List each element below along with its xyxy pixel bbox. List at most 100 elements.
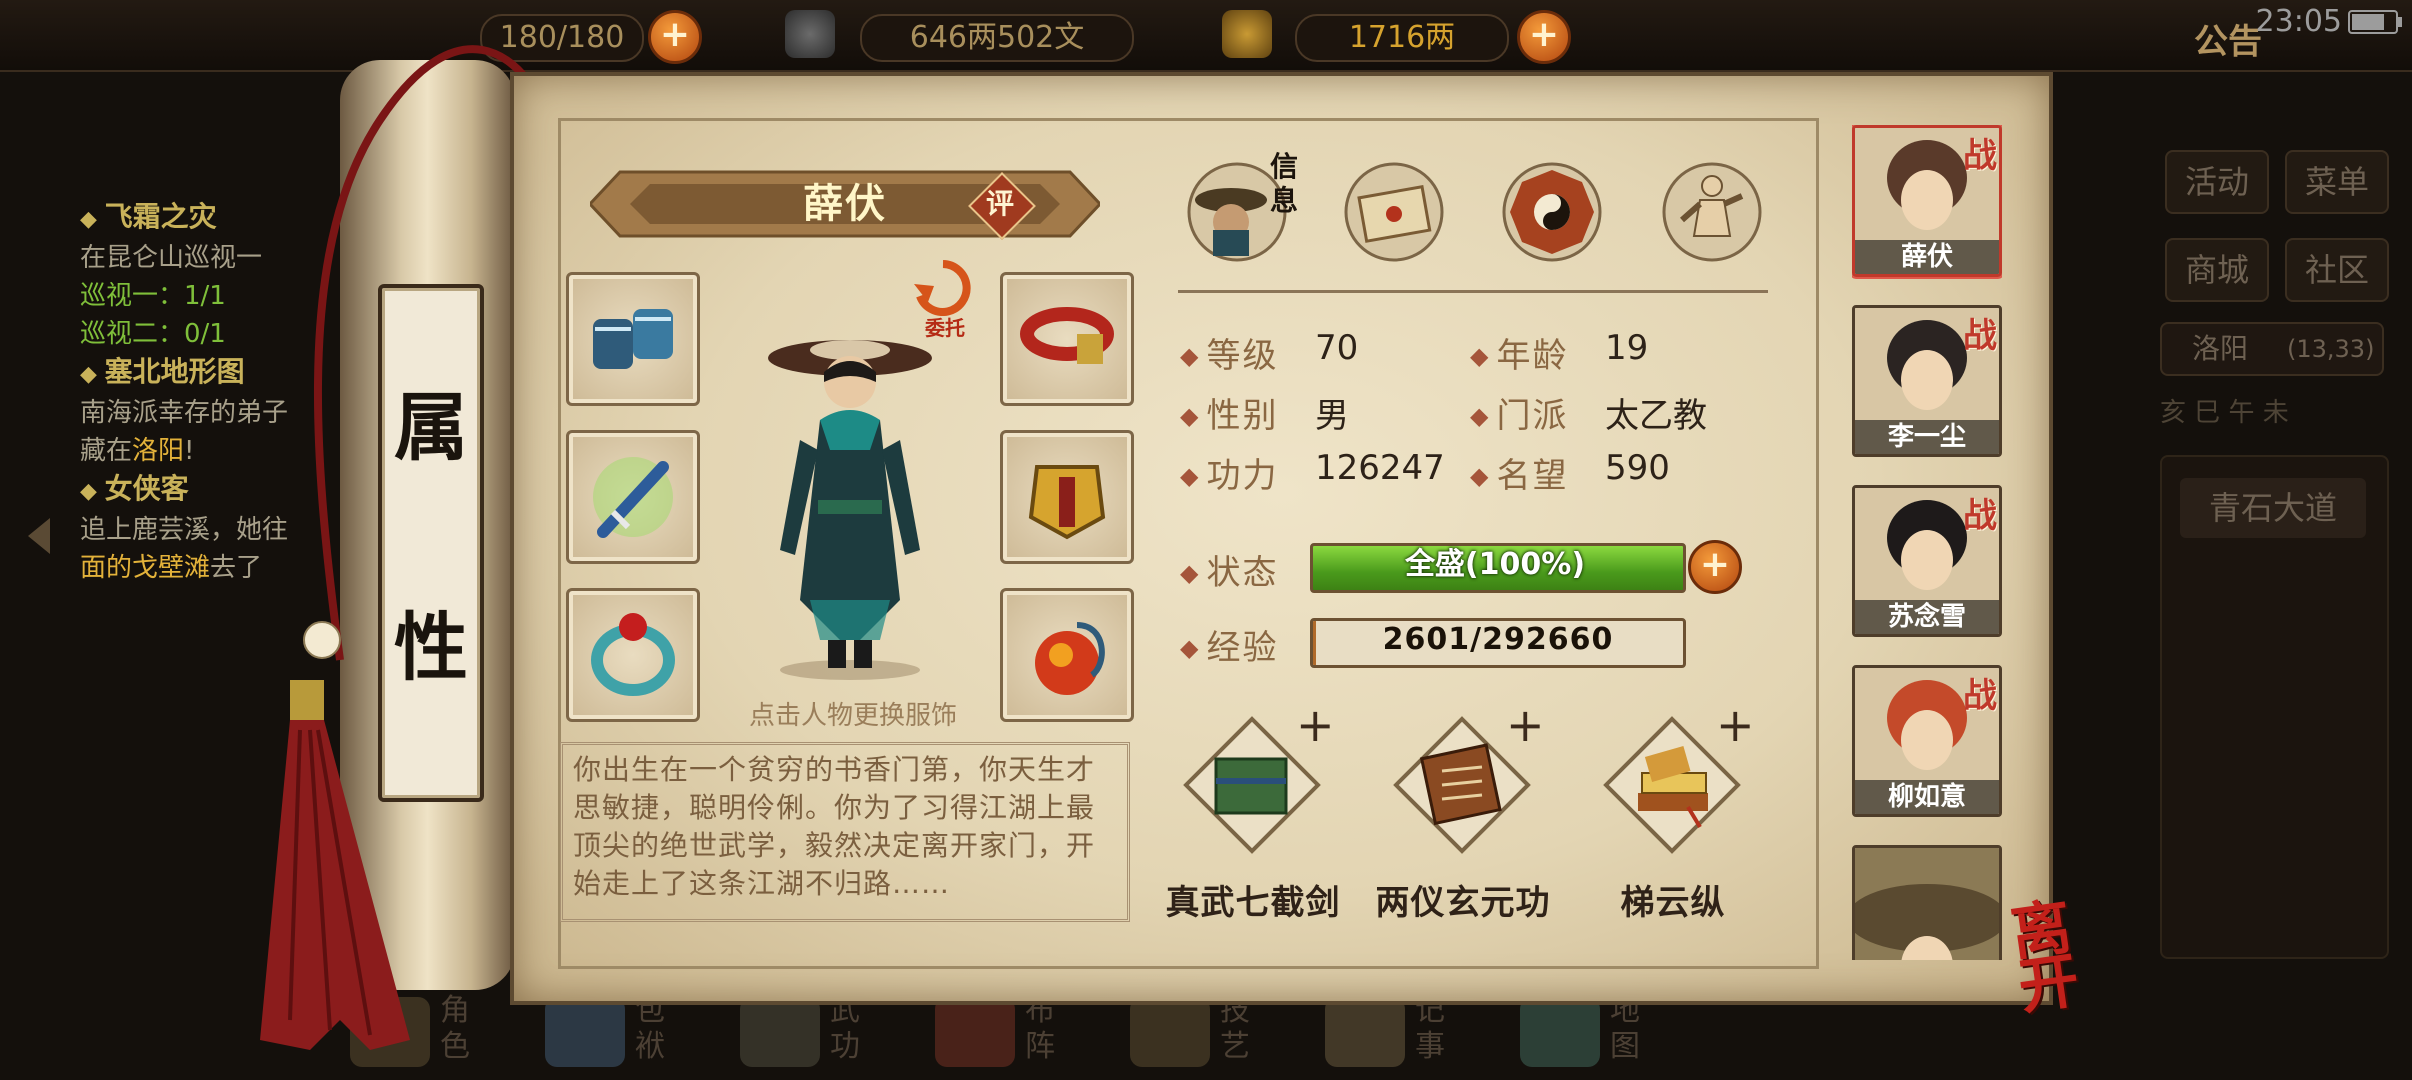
restore-status-button[interactable]: + — [1688, 540, 1742, 594]
review-label[interactable]: 评 — [978, 182, 1022, 226]
status-value: 全盛(100%) — [1404, 547, 1586, 582]
party-member-name: 薛伏 — [1855, 240, 1999, 274]
power-stat: ◆ 功力 126247 — [1180, 448, 1445, 496]
battle-badge: 战 — [1963, 676, 1997, 716]
quest-place: 面的戈壁滩 — [80, 553, 211, 583]
party-member-card[interactable]: 战苏念雪 — [1852, 485, 2002, 637]
weapon-slot[interactable] — [566, 430, 700, 564]
notice-button[interactable]: 公告 — [2194, 14, 2262, 63]
nav-icon — [935, 997, 1015, 1067]
armor-icon — [1028, 465, 1106, 540]
belt-slot[interactable] — [1000, 272, 1134, 406]
skill-plus-icon[interactable]: + — [1296, 702, 1335, 748]
shop-button[interactable]: 商城 — [2165, 238, 2269, 302]
gold-value: 1716两 — [1348, 20, 1456, 55]
stat-label: 性别 — [1206, 396, 1279, 436]
gold-ingot-icon — [1222, 10, 1272, 58]
power-value: 126247 — [1315, 448, 1445, 488]
nav-icon — [545, 997, 625, 1067]
map-location[interactable]: 洛阳 (13,33) — [2160, 322, 2384, 376]
scroll-map-tab-icon[interactable] — [1342, 160, 1446, 264]
party-member-card[interactable]: 战薛伏 — [1852, 125, 2002, 277]
quest-text: ! — [184, 436, 195, 466]
party-list: 战薛伏战李一尘战苏念雪战柳如意 — [1852, 125, 2002, 960]
clock: 23:05 — [2255, 4, 2342, 39]
nav-icon — [740, 997, 820, 1067]
gloves-icon — [593, 309, 673, 369]
gender-stat: ◆ 性别男 — [1180, 388, 1349, 437]
place-button[interactable]: 青石大道 — [2180, 478, 2366, 538]
location-name: 洛阳 — [2192, 332, 2249, 365]
battle-badge: 战 — [1963, 136, 1997, 176]
tassel-icon — [260, 680, 410, 1050]
bagua-tab-icon[interactable] — [1500, 160, 1604, 264]
skill-plus-icon[interactable]: + — [1506, 702, 1545, 748]
location-coords: (13,33) — [2287, 335, 2375, 363]
skill-name: 两仪玄元功 — [1375, 883, 1551, 923]
community-button[interactable]: 社区 — [2285, 238, 2389, 302]
party-member-card[interactable]: 战李一尘 — [1852, 305, 2002, 457]
party-member-name: 柳如意 — [1855, 780, 1999, 814]
nav-icon — [1130, 997, 1210, 1067]
quest-place: 洛阳 — [132, 436, 185, 466]
info-tab-label[interactable]: 信息 — [1270, 150, 1300, 218]
party-member-name: 李一尘 — [1855, 420, 1999, 454]
fame-value: 590 — [1605, 448, 1670, 488]
character-figure[interactable] — [740, 300, 960, 685]
pouch-icon — [1035, 622, 1105, 695]
quest-text: 藏在 — [80, 436, 133, 466]
fame-stat: ◆ 名望 590 — [1470, 448, 1670, 496]
add-gold-button[interactable]: + — [1517, 10, 1571, 64]
battle-badge: 战 — [1963, 496, 1997, 536]
leave-button[interactable]: 离开 — [2007, 892, 2132, 1023]
stat-label: 门派 — [1496, 396, 1569, 436]
exp-value: 2601/292660 — [1382, 622, 1614, 657]
activity-button[interactable]: 活动 — [2165, 150, 2269, 214]
add-stamina-button[interactable]: + — [648, 10, 702, 64]
money-counter: 646两502文 — [860, 14, 1134, 62]
body-meridian-tab-icon[interactable] — [1660, 160, 1764, 264]
battery-icon — [2348, 10, 2402, 34]
party-member-card[interactable]: 战柳如意 — [1852, 665, 2002, 817]
change-outfit-hint: 点击人物更换服饰 — [748, 701, 957, 731]
quest-text: 去了 — [210, 553, 263, 583]
gloves-slot[interactable] — [566, 272, 700, 406]
nav-icon — [1520, 997, 1600, 1067]
money-value: 646两502文 — [909, 20, 1085, 55]
battery-level — [2352, 14, 2384, 30]
age-value: 19 — [1605, 328, 1649, 368]
armor-slot[interactable] — [1000, 430, 1134, 564]
gold-counter: 1716两 — [1295, 14, 1509, 62]
nav-icon — [1325, 997, 1405, 1067]
sect-value: 太乙教 — [1605, 396, 1707, 436]
skill-name: 梯云纵 — [1620, 883, 1726, 923]
ring-slot[interactable] — [566, 588, 700, 722]
level-value: 70 — [1315, 328, 1359, 368]
stat-label: 年龄 — [1496, 336, 1569, 376]
name-plate: 薛伏 评 — [590, 168, 1100, 240]
character-bio: 你出生在一个贫穷的书香门第，你天生才思敏捷，聪明伶俐。你为了习得江湖上最顶尖的绝… — [560, 742, 1130, 922]
gender-value: 男 — [1315, 396, 1349, 436]
party-member-card[interactable] — [1852, 845, 2002, 960]
sword-icon — [593, 457, 673, 538]
ring-icon — [591, 613, 675, 696]
status-stat: ◆ 状态 — [1180, 553, 1279, 593]
menu-button[interactable]: 菜单 — [2285, 150, 2389, 214]
stat-label: 状态 — [1206, 553, 1279, 593]
portrait-icon — [1855, 848, 1999, 960]
accessory-slot[interactable] — [1000, 588, 1134, 722]
age-stat: ◆ 年龄 19 — [1470, 328, 1649, 376]
stat-label: 功力 — [1206, 456, 1279, 496]
belt-icon — [1020, 307, 1114, 364]
skill-plus-icon[interactable]: + — [1716, 702, 1755, 748]
stat-label: 经验 — [1206, 628, 1279, 668]
collapse-arrow-icon[interactable] — [28, 518, 50, 554]
level-stat: ◆ 等级 70 — [1180, 328, 1359, 376]
silver-ingot-icon — [785, 10, 835, 58]
stat-label: 名望 — [1496, 456, 1569, 496]
party-member-name: 苏念雪 — [1855, 600, 1999, 634]
exp-stat: ◆ 经验 — [1180, 628, 1279, 668]
stat-label: 等级 — [1206, 336, 1279, 376]
sect-stat: ◆ 门派 太乙教 — [1470, 388, 1707, 437]
skill-name: 真武七截剑 — [1165, 883, 1341, 923]
